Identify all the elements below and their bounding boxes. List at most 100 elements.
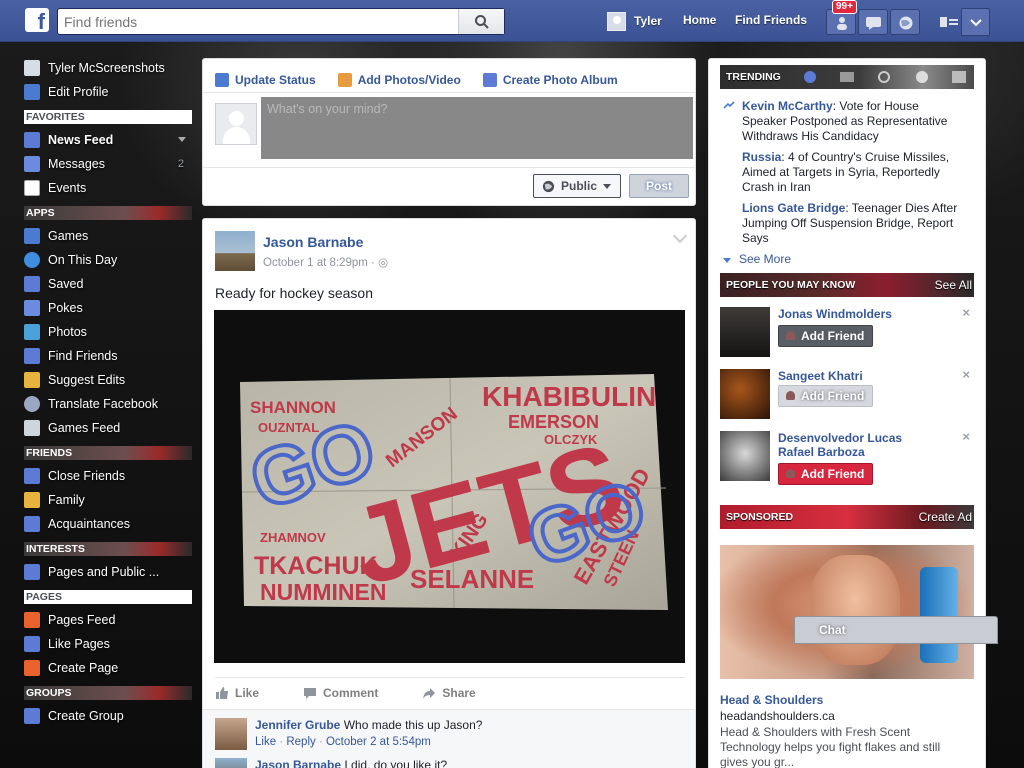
nav-home[interactable]: Home — [683, 13, 716, 27]
status-input[interactable]: What's on your mind? — [261, 97, 693, 159]
sidebar-item-family[interactable]: Family — [24, 488, 192, 512]
close-icon[interactable]: × — [962, 367, 970, 382]
tab-add-photos[interactable]: Add Photos/Video — [337, 68, 461, 92]
tab-label[interactable]: Update Status — [235, 73, 316, 87]
nav-find-friends[interactable]: Find Friends — [735, 13, 807, 27]
add-friend-button[interactable]: Add Friend — [778, 325, 874, 347]
post-button[interactable]: Post — [629, 174, 689, 198]
share-button[interactable]: Share — [422, 678, 476, 707]
commenter-name[interactable]: Jennifer Grube — [255, 718, 340, 732]
sidebar-item-label[interactable]: Create Group — [48, 709, 124, 723]
like-button[interactable]: Like — [215, 678, 259, 707]
sidebar-item-find-friends[interactable]: Find Friends — [24, 344, 192, 368]
sidebar-item-label[interactable]: Pages Feed — [48, 613, 115, 627]
commenter-name[interactable]: Jason Barnabe — [255, 758, 341, 768]
sidebar-item-label[interactable]: Games — [48, 229, 88, 243]
sidebar-item-create-group[interactable]: Create Group — [24, 704, 192, 728]
person-photo[interactable] — [720, 369, 770, 419]
sidebar-user-name[interactable]: Tyler McScreenshots — [48, 61, 165, 75]
share-label[interactable]: Share — [442, 686, 475, 700]
news-feed-options-icon[interactable] — [178, 137, 186, 142]
person-photo[interactable] — [720, 431, 770, 481]
sidebar-item-messages[interactable]: Messages 2 — [24, 152, 192, 176]
trending-topic[interactable]: Russia — [742, 150, 781, 164]
sidebar-item-label[interactable]: Events — [48, 181, 86, 195]
sidebar-item-close-friends[interactable]: Close Friends — [24, 464, 192, 488]
trending-science-icon[interactable] — [878, 71, 890, 83]
search-box[interactable] — [57, 8, 505, 35]
sidebar-item-label[interactable]: On This Day — [48, 253, 117, 267]
trending-item[interactable]: Russia: 4 of Country's Cruise Missiles, … — [742, 150, 964, 195]
sidebar-item-create-page[interactable]: Create Page — [24, 656, 192, 680]
close-icon[interactable]: × — [962, 429, 970, 444]
nav-profile-link[interactable]: Tyler — [607, 11, 662, 31]
close-icon[interactable]: × — [962, 305, 970, 320]
comment-time[interactable]: October 2 at 5:54pm — [326, 736, 431, 748]
trending-topic[interactable]: Kevin McCarthy — [742, 99, 833, 113]
sidebar-item-label[interactable]: Pages and Public ... — [48, 565, 159, 579]
person-name[interactable]: Jonas Windmolders — [778, 307, 938, 321]
privacy-label[interactable]: Public — [561, 179, 597, 193]
tab-label[interactable]: Create Photo Album — [503, 73, 618, 87]
ad-image[interactable] — [720, 545, 974, 679]
sidebar-item-label[interactable]: Create Page — [48, 661, 118, 675]
tab-update-status[interactable]: Update Status — [215, 68, 316, 92]
sidebar-item-news-feed[interactable]: News Feed — [24, 128, 192, 152]
sidebar-item-games-feed[interactable]: Games Feed — [24, 416, 192, 440]
post-options-chevron-icon[interactable] — [672, 228, 688, 244]
privacy-shortcuts-icon[interactable] — [940, 15, 958, 29]
post-author-avatar[interactable] — [215, 231, 255, 271]
privacy-selector[interactable]: Public — [533, 174, 621, 198]
post-author-name[interactable]: Jason Barnabe — [263, 234, 363, 250]
comment-label[interactable]: Comment — [323, 686, 378, 700]
sidebar-item-saved[interactable]: Saved — [24, 272, 192, 296]
person-name[interactable]: Desenvolvedor Lucas Rafael Barboza — [778, 431, 938, 459]
comment-reply-link[interactable]: Reply — [286, 736, 315, 748]
sidebar-item-label[interactable]: Saved — [48, 277, 83, 291]
sidebar-item-label[interactable]: Find Friends — [48, 349, 117, 363]
sidebar-item-on-this-day[interactable]: On This Day — [24, 248, 192, 272]
trending-politics-icon[interactable] — [840, 72, 854, 82]
sidebar-item-label[interactable]: Pokes — [48, 301, 83, 315]
sidebar-item-events[interactable]: Events — [24, 176, 192, 200]
comment-like-link[interactable]: Like — [255, 736, 276, 748]
ad-url[interactable]: headandshoulders.ca — [720, 709, 835, 723]
trending-top-icon[interactable] — [804, 71, 816, 83]
commenter-avatar[interactable] — [215, 758, 247, 768]
sidebar-item-translate[interactable]: Translate Facebook — [24, 392, 192, 416]
trending-topic[interactable]: Lions Gate Bridge — [742, 201, 845, 215]
trending-entertainment-icon[interactable] — [952, 71, 966, 83]
comment-button[interactable]: Comment — [303, 678, 378, 707]
post-time[interactable]: October 1 at 8:29pm — [263, 257, 368, 269]
sidebar-item-label[interactable]: News Feed — [48, 133, 113, 147]
sidebar-edit-profile-label[interactable]: Edit Profile — [48, 85, 108, 99]
sidebar-item-games[interactable]: Games — [24, 224, 192, 248]
trending-item[interactable]: Kevin McCarthy: Vote for House Speaker P… — [742, 99, 964, 144]
sidebar-item-pages-public[interactable]: Pages and Public ... — [24, 560, 192, 584]
chat-button[interactable]: Chat — [794, 616, 998, 644]
sidebar-item-label[interactable]: Close Friends — [48, 469, 125, 483]
sidebar-item-label[interactable]: Translate Facebook — [48, 397, 158, 411]
tab-create-album[interactable]: Create Photo Album — [482, 68, 618, 92]
see-all-link[interactable]: See All — [935, 273, 972, 297]
person-name[interactable]: Sangeet Khatri — [778, 369, 938, 383]
sidebar-item-pages-feed[interactable]: Pages Feed — [24, 608, 192, 632]
like-label[interactable]: Like — [235, 686, 259, 700]
sidebar-item-label[interactable]: Messages — [48, 157, 105, 171]
see-more-link[interactable]: See More — [723, 252, 791, 266]
sidebar-item-label[interactable]: Family — [48, 493, 85, 507]
create-ad-link[interactable]: Create Ad — [919, 505, 972, 529]
trending-item[interactable]: Lions Gate Bridge: Teenager Dies After J… — [742, 201, 964, 246]
sidebar-item-pokes[interactable]: Pokes — [24, 296, 192, 320]
account-settings-button[interactable] — [961, 8, 990, 36]
trending-sports-icon[interactable] — [916, 71, 928, 83]
commenter-avatar[interactable] — [215, 718, 247, 750]
sidebar-item-label[interactable]: Suggest Edits — [48, 373, 125, 387]
sidebar-item-label[interactable]: Games Feed — [48, 421, 120, 435]
add-friend-button[interactable]: Add Friend — [778, 463, 874, 485]
search-button[interactable] — [458, 9, 504, 34]
add-friend-button[interactable]: Add Friend — [778, 385, 874, 407]
person-photo[interactable] — [720, 307, 770, 357]
sidebar-profile[interactable]: Tyler McScreenshots — [24, 56, 192, 80]
facebook-logo[interactable]: f — [25, 8, 49, 32]
